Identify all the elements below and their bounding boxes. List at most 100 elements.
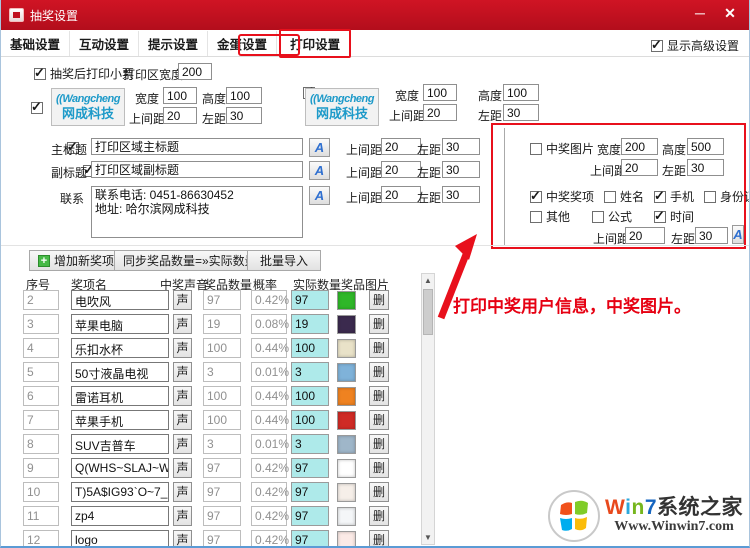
sound-button[interactable]: 声 [173,410,192,430]
logo1-checkbox[interactable] [31,99,43,115]
delete-button[interactable]: 删 [369,386,389,406]
sound-button[interactable]: 声 [173,290,192,310]
sub-title-font-button[interactable]: A [309,161,330,180]
win-image-left-margin-input[interactable] [687,159,724,176]
logo1-width-input[interactable] [163,87,197,104]
sound-button[interactable]: 声 [173,338,192,358]
sound-button[interactable]: 声 [173,362,192,382]
row-no-cell[interactable]: 3 [23,314,59,334]
probability-cell[interactable]: 0.08% [251,314,289,334]
phone-icon[interactable] [337,411,356,430]
contact-left-margin-input[interactable] [442,186,480,203]
actual-quantity-cell[interactable]: 100 [291,386,329,406]
checkbox-icon[interactable] [604,190,617,203]
actual-quantity-cell[interactable]: 100 [291,338,329,358]
win-image-width-input[interactable] [621,138,658,155]
probability-cell[interactable]: 0.42% [251,482,289,502]
main-title-font-button[interactable]: A [309,138,330,157]
delete-button[interactable]: 删 [369,530,389,546]
prize-name-input[interactable]: 苹果手机 [71,410,169,430]
probability-cell[interactable]: 0.42% [251,458,289,478]
logo1-left-margin-input[interactable] [226,107,262,124]
prize-name-input[interactable]: 雷诺耳机 [71,386,169,406]
row-no-cell[interactable]: 9 [23,458,59,478]
logo2-height-input[interactable] [503,84,539,101]
actual-quantity-cell[interactable]: 3 [291,362,329,382]
contact-textarea[interactable]: 联系电话: 0451-86630452 地址: 哈尔滨网成科技 [91,186,303,238]
probability-cell[interactable]: 0.42% [251,530,289,546]
prize-name-input[interactable]: T)5A$IG93`O~7_QM~I7 [71,482,169,502]
checkbox-icon[interactable] [592,210,605,223]
print-ticket-checkbox[interactable]: 抽奖后打印小票 [34,65,134,82]
checkbox-icon[interactable] [530,210,542,223]
win-field-checkbox[interactable]: 公式 [592,208,632,225]
quantity-cell[interactable]: 97 [203,482,241,502]
win-field-checkbox[interactable]: 中奖奖项 [530,188,594,205]
actual-quantity-cell[interactable]: 19 [291,314,329,334]
sound-button[interactable]: 声 [173,434,192,454]
probability-cell[interactable]: 0.01% [251,362,289,382]
sound-button[interactable]: 声 [173,530,192,546]
sub-title-input[interactable] [91,161,303,178]
add-prize-button[interactable]: + 增加新奖项 [29,250,124,271]
actual-quantity-cell[interactable]: 97 [291,506,329,526]
probability-cell[interactable]: 0.01% [251,434,289,454]
row-no-cell[interactable]: 8 [23,434,59,454]
win-field-checkbox[interactable]: 时间 [654,208,694,225]
sound-button[interactable]: 声 [173,314,192,334]
print-area-width-input[interactable] [178,63,212,80]
row-no-cell[interactable]: 4 [23,338,59,358]
quantity-cell[interactable]: 97 [203,530,241,546]
contact-top-margin-input[interactable] [381,186,421,203]
actual-quantity-cell[interactable]: 97 [291,482,329,502]
prize-name-input[interactable]: 乐扣水杯 [71,338,169,358]
scroll-down-arrow[interactable]: ▼ [422,531,434,544]
prize-name-input[interactable]: 苹果电脑 [71,314,169,334]
image-file-icon[interactable] [337,459,356,478]
win-image-checkbox[interactable]: 中奖图片 [530,140,594,157]
win-fields-top-margin-input[interactable] [625,227,665,244]
delete-button[interactable]: 删 [369,458,389,478]
quantity-cell[interactable]: 100 [203,410,241,430]
row-no-cell[interactable]: 7 [23,410,59,430]
actual-quantity-cell[interactable]: 97 [291,458,329,478]
headphone-icon[interactable] [337,387,356,406]
logo1-height-input[interactable] [226,87,262,104]
actual-quantity-cell[interactable]: 3 [291,434,329,454]
row-no-cell[interactable]: 2 [23,290,59,310]
win-field-checkbox[interactable]: 其他 [530,208,570,225]
probability-cell[interactable]: 0.42% [251,290,289,310]
quantity-cell[interactable]: 3 [203,434,241,454]
row-no-cell[interactable]: 6 [23,386,59,406]
row-no-cell[interactable]: 12 [23,530,59,546]
probability-cell[interactable]: 0.44% [251,410,289,430]
close-button[interactable]: ✕ [715,5,745,22]
actual-quantity-cell[interactable]: 97 [291,290,329,310]
checkbox-icon[interactable] [530,142,542,155]
checkbox-icon[interactable] [530,188,542,204]
checkbox-icon[interactable] [704,190,717,203]
logo-image-icon[interactable] [337,531,356,546]
win-image-top-margin-input[interactable] [621,159,658,176]
win-field-checkbox[interactable]: 手机 [654,188,694,205]
logo2-width-input[interactable] [423,84,457,101]
actual-quantity-cell[interactable]: 97 [291,530,329,546]
hairdryer-icon[interactable] [337,291,356,310]
row-no-cell[interactable]: 10 [23,482,59,502]
prize-name-input[interactable]: logo [71,530,169,546]
quantity-cell[interactable]: 100 [203,338,241,358]
sync-quantity-button[interactable]: 同步奖品数量=»实际数量 [114,250,266,271]
quantity-cell[interactable]: 97 [203,290,241,310]
tab-prompt-settings[interactable]: 提示设置 [139,30,209,56]
prize-name-input[interactable]: 50寸液晶电视 [71,362,169,382]
quantity-cell[interactable]: 19 [203,314,241,334]
main-title-input[interactable] [91,138,303,155]
win-fields-left-margin-input[interactable] [695,227,728,244]
delete-button[interactable]: 删 [369,338,389,358]
probability-cell[interactable]: 0.44% [251,386,289,406]
checkbox-icon[interactable] [654,208,667,224]
prize-name-input[interactable]: Q(WHS~SLAJ~WR5I4TM7 [71,458,169,478]
probability-cell[interactable]: 0.42% [251,506,289,526]
delete-button[interactable]: 删 [369,410,389,430]
probability-cell[interactable]: 0.44% [251,338,289,358]
